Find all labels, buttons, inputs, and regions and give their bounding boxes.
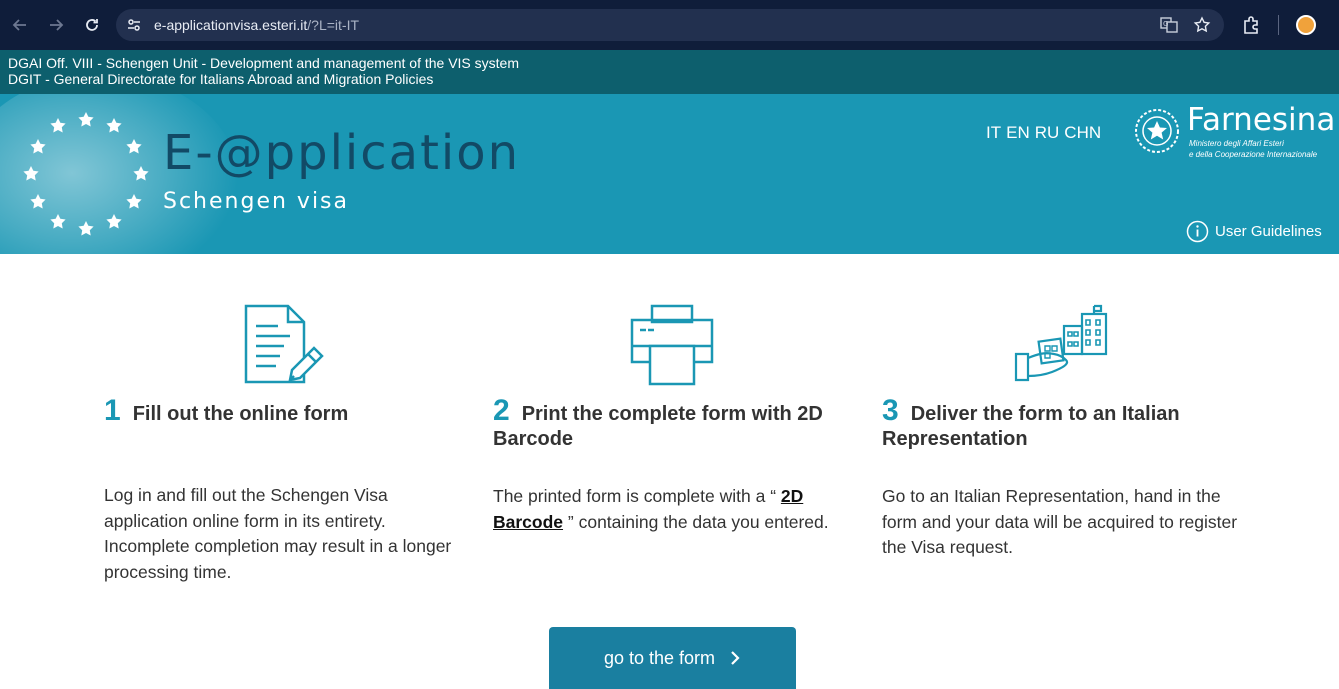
url-host: e-applicationvisa.esteri.it	[154, 17, 308, 33]
go-to-form-button[interactable]: go to the form	[549, 627, 796, 689]
step-2-heading: 2 Print the complete form with 2D Barcode	[493, 396, 863, 452]
bookmark-star-icon[interactable]	[1193, 16, 1211, 34]
step-2-description: The printed form is complete with a “ 2D…	[493, 484, 863, 535]
step-2-desc-before: The printed form is complete with a “	[493, 486, 781, 506]
profile-avatar[interactable]	[1296, 15, 1316, 35]
translate-icon[interactable]: G	[1160, 16, 1178, 34]
step-2-number: 2	[493, 394, 510, 427]
info-icon	[1186, 220, 1209, 243]
address-bar[interactable]: e-applicationvisa.esteri.it/?L=it-IT G	[116, 9, 1224, 41]
farnesina-logo[interactable]: Farnesina Ministero degli Affari Esteri …	[1130, 102, 1335, 162]
lang-ru[interactable]: RU	[1035, 123, 1060, 143]
reload-icon[interactable]	[80, 13, 104, 37]
step-1-number: 1	[104, 394, 121, 427]
header-banner: E-@pplication Schengen visa IT EN RU CHN…	[0, 94, 1339, 254]
chevron-right-icon	[731, 651, 740, 665]
step-1-title: Fill out the online form	[132, 403, 349, 425]
url-path: /?L=it-IT	[307, 17, 360, 33]
extensions-puzzle-icon[interactable]	[1241, 14, 1263, 36]
user-guidelines-link[interactable]: User Guidelines	[1186, 220, 1322, 243]
farnesina-subtitle-1: Ministero degli Affari Esteri	[1189, 139, 1284, 148]
lang-it[interactable]: IT	[986, 123, 1001, 143]
back-arrow-icon[interactable]	[8, 13, 32, 37]
step-3-title: Deliver the form to an Italian Represent…	[882, 403, 1180, 450]
lang-chn[interactable]: CHN	[1064, 123, 1101, 143]
step-1-heading: 1 Fill out the online form	[104, 396, 474, 427]
farnesina-name: Farnesina	[1187, 102, 1336, 138]
step-2-title: Print the complete form with 2D Barcode	[493, 403, 823, 450]
app-subtitle: Schengen visa	[163, 189, 349, 214]
toolbar-divider	[1278, 15, 1279, 35]
step-2-desc-after: ” containing the data you entered.	[563, 511, 829, 532]
department-line-2: DGIT - General Directorate for Italians …	[8, 71, 434, 87]
url-text[interactable]: e-applicationvisa.esteri.it/?L=it-IT	[154, 17, 359, 33]
site-info-icon[interactable]	[126, 17, 142, 33]
step-1-description: Log in and fill out the Schengen Visa ap…	[104, 485, 452, 582]
svg-text:G: G	[1163, 20, 1168, 28]
farnesina-subtitle-2: e della Cooperazione Internazionale	[1189, 150, 1318, 159]
lang-en[interactable]: EN	[1006, 123, 1030, 143]
app-title: E-@pplication	[163, 125, 521, 181]
step-3-heading: 3 Deliver the form to an Italian Represen…	[882, 396, 1252, 452]
user-guidelines-label: User Guidelines	[1215, 223, 1322, 240]
printer-icon	[630, 304, 714, 386]
forward-arrow-icon[interactable]	[44, 13, 68, 37]
department-line-1: DGAI Off. VIII - Schengen Unit - Develop…	[8, 55, 519, 71]
step-3-number: 3	[882, 394, 899, 427]
italian-emblem-icon	[1135, 109, 1179, 153]
language-switcher: IT EN RU CHN	[986, 123, 1101, 143]
document-pen-icon	[244, 304, 324, 384]
go-to-form-label: go to the form	[603, 647, 716, 668]
browser-toolbar: e-applicationvisa.esteri.it/?L=it-IT G	[0, 0, 1339, 50]
hand-building-icon	[1014, 304, 1108, 382]
department-info-strip: DGAI Off. VIII - Schengen Unit - Develop…	[0, 50, 1339, 94]
step-3-description: Go to an Italian Representation, hand in…	[882, 486, 1238, 557]
